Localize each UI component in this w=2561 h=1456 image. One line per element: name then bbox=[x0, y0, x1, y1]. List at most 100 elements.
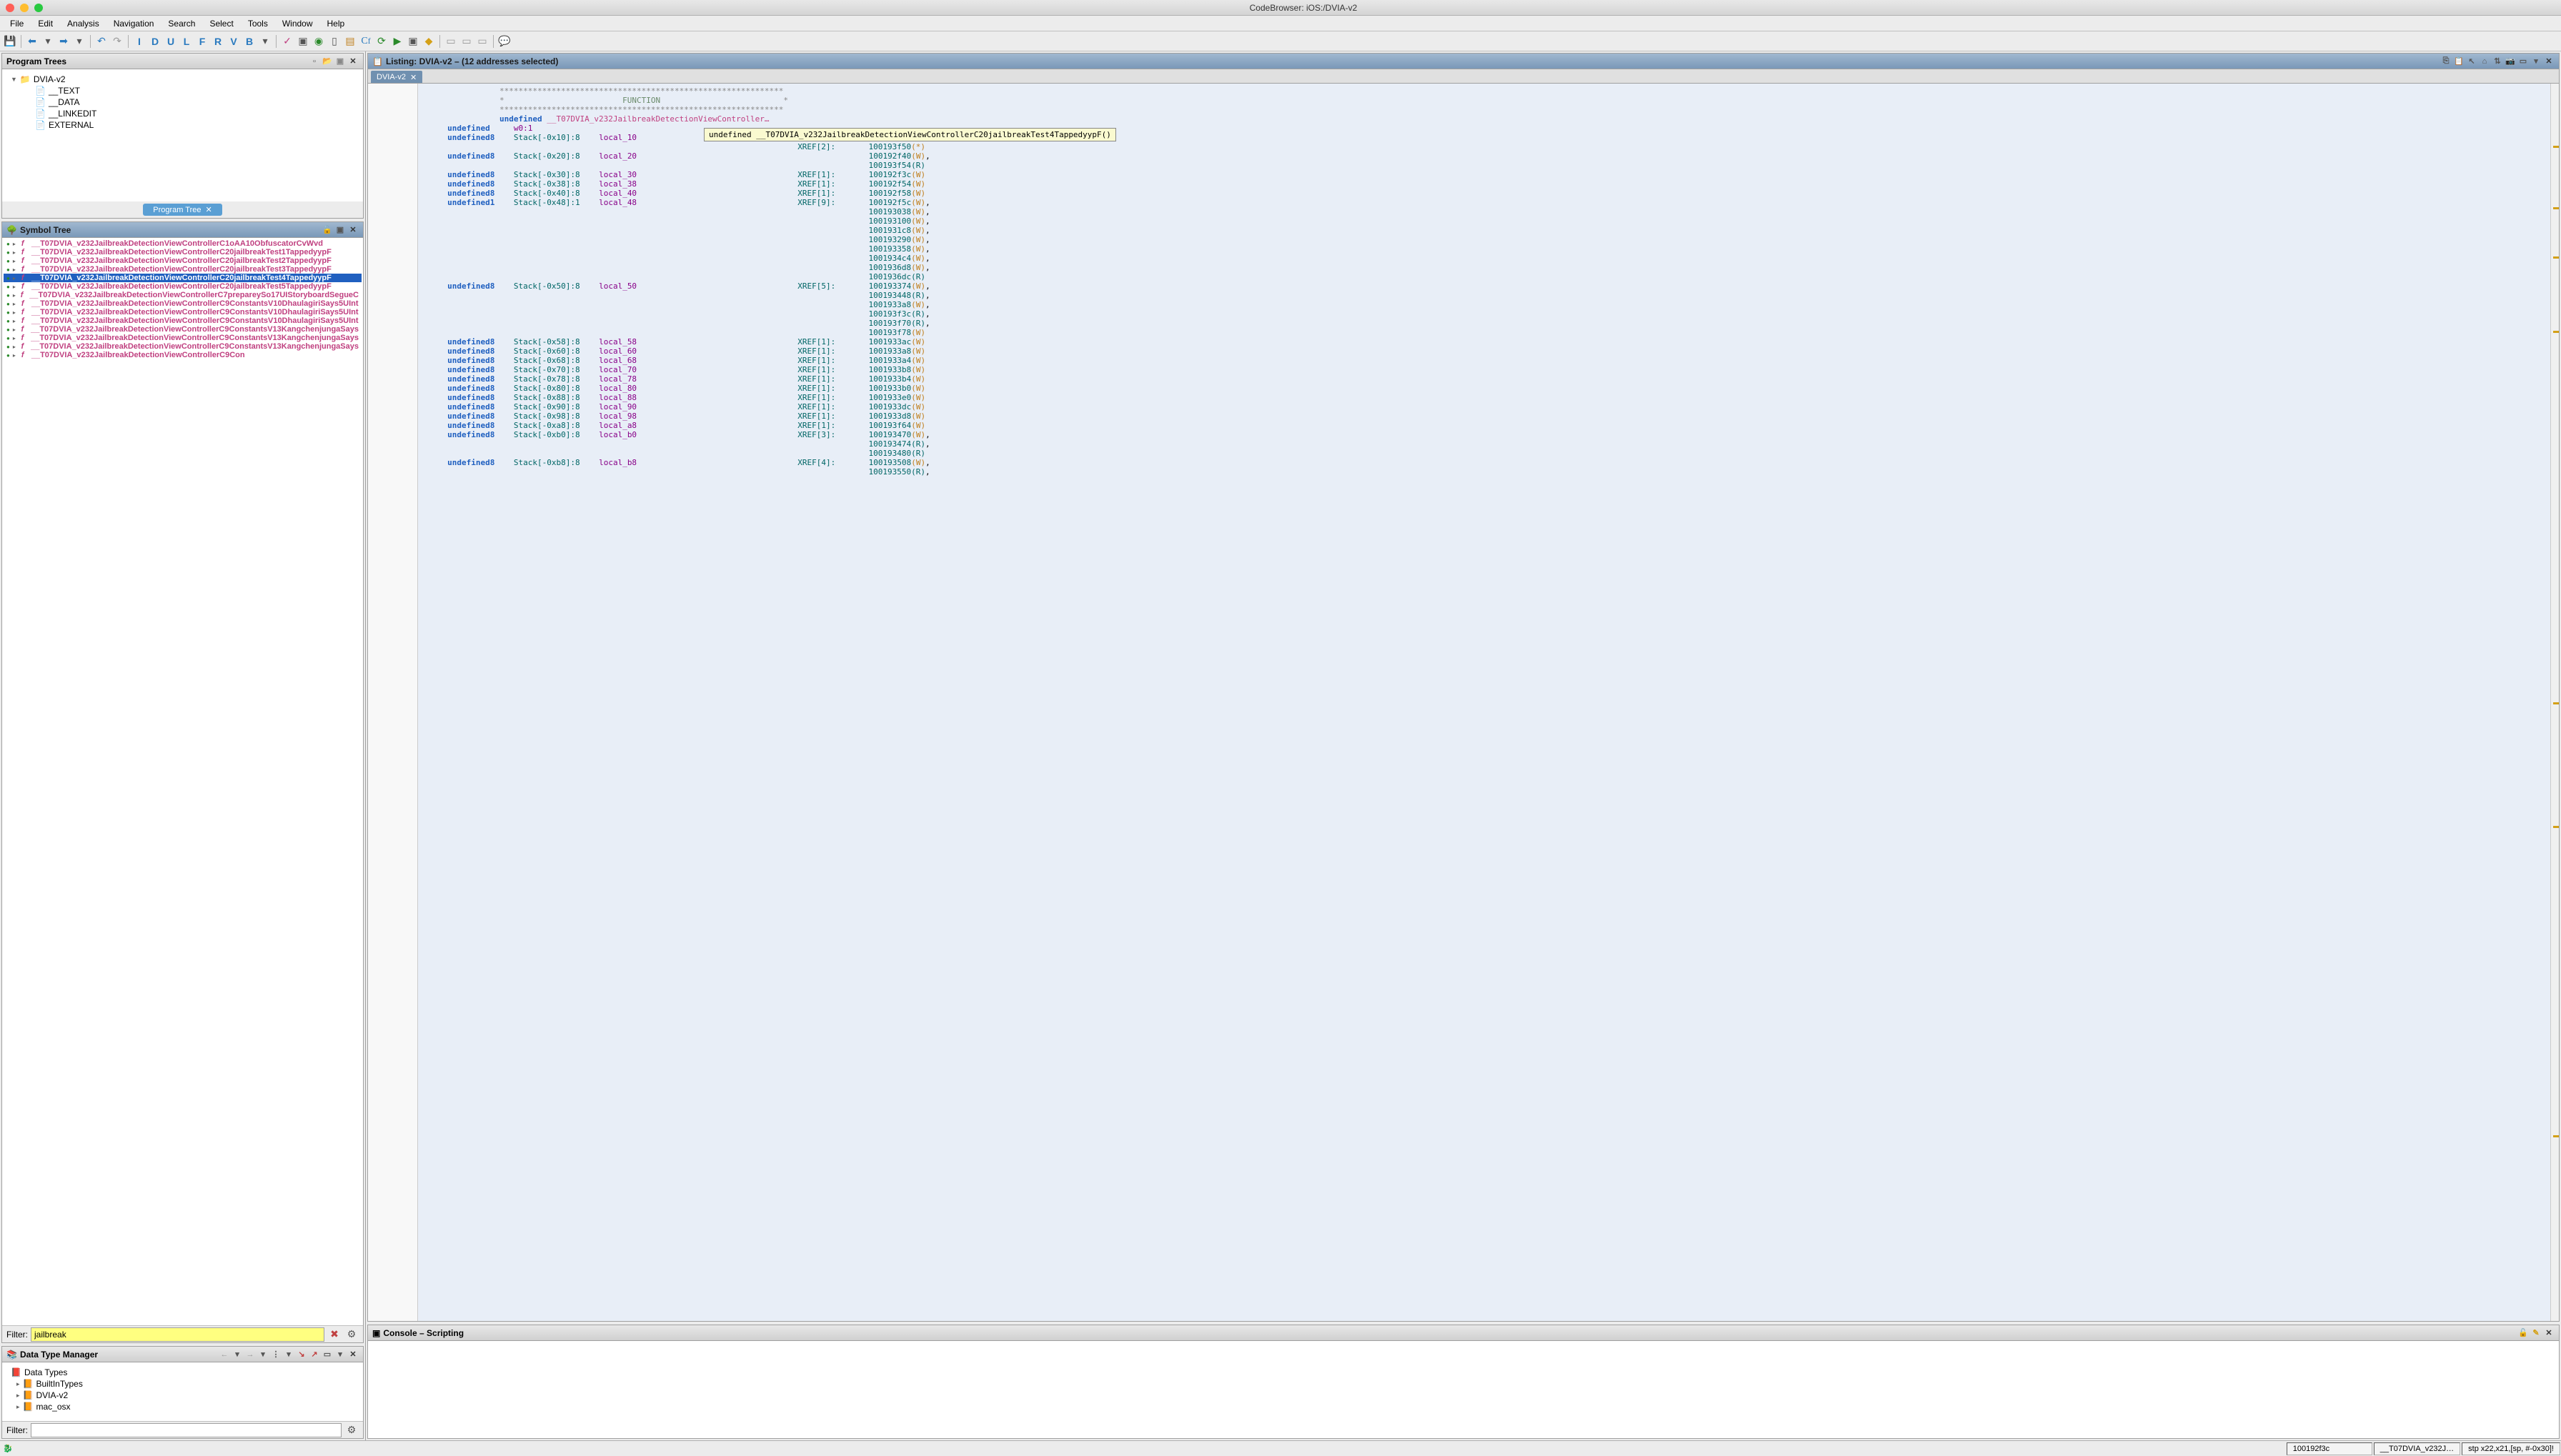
program-trees-body[interactable]: ▼ 📁 DVIA-v2 📄__TEXT📄__DATA📄__LINKEDIT📄EX… bbox=[2, 69, 363, 201]
photo-icon[interactable]: ▣ bbox=[334, 56, 346, 67]
marker3-icon[interactable]: ▭ bbox=[475, 34, 489, 49]
sync-icon[interactable]: ⇅ bbox=[2492, 56, 2503, 67]
listing-tab[interactable]: DVIA-v2 ✕ bbox=[371, 71, 422, 83]
symbol-row[interactable]: ●▸f__T07DVIA_v232JailbreakDetectionViewC… bbox=[4, 239, 362, 248]
redo-icon[interactable]: ↷ bbox=[110, 34, 124, 49]
close-icon[interactable]: ✕ bbox=[347, 56, 359, 67]
dt-node[interactable]: ▸📙mac_osx bbox=[11, 1401, 354, 1412]
cursor-icon[interactable]: ✓ bbox=[280, 34, 294, 49]
tree-node[interactable]: 📄__TEXT bbox=[11, 85, 354, 96]
close-icon[interactable]: ✕ bbox=[347, 1349, 359, 1360]
symbol-row[interactable]: ●▸f__T07DVIA_v232JailbreakDetectionViewC… bbox=[4, 316, 362, 325]
tree-node[interactable]: 📄__DATA bbox=[11, 96, 354, 108]
symbol-row[interactable]: ●▸f__T07DVIA_v232JailbreakDetectionViewC… bbox=[4, 299, 362, 308]
tab-close-icon[interactable]: ✕ bbox=[206, 205, 212, 214]
nav-back-icon[interactable]: ← bbox=[219, 1349, 230, 1360]
tool-f-icon[interactable]: F bbox=[195, 34, 209, 49]
menu-icon[interactable]: ▭ bbox=[2517, 56, 2529, 67]
filter-settings-icon[interactable]: ⚙ bbox=[344, 1327, 359, 1342]
symbol-row[interactable]: ●▸f__T07DVIA_v232JailbreakDetectionViewC… bbox=[4, 325, 362, 334]
tool-u-icon[interactable]: U bbox=[164, 34, 178, 49]
tree-node[interactable]: 📄__LINKEDIT bbox=[11, 108, 354, 119]
menu-file[interactable]: File bbox=[3, 17, 31, 30]
overview-ruler[interactable] bbox=[2550, 84, 2559, 1321]
close-icon[interactable]: ✕ bbox=[347, 224, 359, 236]
tab-close-icon[interactable]: ✕ bbox=[410, 73, 417, 82]
script-icon[interactable]: ▣ bbox=[406, 34, 420, 49]
close-icon[interactable]: ✕ bbox=[2543, 56, 2555, 67]
menu-edit[interactable]: Edit bbox=[31, 17, 60, 30]
dt-node[interactable]: ▸📙BuiltInTypes bbox=[11, 1378, 354, 1390]
debug-icon[interactable]: ⟳ bbox=[374, 34, 389, 49]
console-body[interactable] bbox=[368, 1341, 2559, 1438]
filter-settings-icon[interactable]: ⚙ bbox=[344, 1423, 359, 1437]
tool-r-icon[interactable]: R bbox=[211, 34, 225, 49]
graph-icon[interactable]: ▶ bbox=[390, 34, 404, 49]
symbol-row[interactable]: ●▸f__T07DVIA_v232JailbreakDetectionViewC… bbox=[4, 274, 362, 282]
cursor-icon[interactable]: ↖ bbox=[2466, 56, 2477, 67]
close-icon[interactable]: ✕ bbox=[2543, 1327, 2555, 1339]
snapshot-icon[interactable]: 📷 bbox=[2505, 56, 2516, 67]
tool-b-icon[interactable]: B bbox=[242, 34, 257, 49]
symbol-row[interactable]: ●▸f__T07DVIA_v232JailbreakDetectionViewC… bbox=[4, 342, 362, 351]
dt-filter-input[interactable] bbox=[31, 1423, 342, 1437]
symbol-filter-input[interactable] bbox=[31, 1327, 324, 1342]
diamond-icon[interactable]: ◆ bbox=[422, 34, 436, 49]
menu-window[interactable]: Window bbox=[275, 17, 320, 30]
add-icon[interactable]: ▫ bbox=[309, 56, 320, 67]
symbol-row[interactable]: ●▸f__T07DVIA_v232JailbreakDetectionViewC… bbox=[4, 265, 362, 274]
minimize-icon[interactable]: ▭ bbox=[322, 1349, 333, 1360]
menu-help[interactable]: Help bbox=[320, 17, 352, 30]
register-icon[interactable]: ▣ bbox=[296, 34, 310, 49]
menu-tools[interactable]: Tools bbox=[241, 17, 275, 30]
close-window-icon[interactable] bbox=[6, 4, 14, 12]
lock-icon[interactable]: 🔓 bbox=[322, 224, 333, 236]
symbol-row[interactable]: ●▸f__T07DVIA_v232JailbreakDetectionViewC… bbox=[4, 248, 362, 256]
edit-icon[interactable]: ✎ bbox=[2530, 1327, 2542, 1339]
tool-v-icon[interactable]: V bbox=[227, 34, 241, 49]
chat-icon[interactable]: 💬 bbox=[497, 34, 512, 49]
zoom-window-icon[interactable] bbox=[34, 4, 43, 12]
data-type-body[interactable]: 📕 Data Types ▸📙BuiltInTypes▸📙DVIA-v2▸📙ma… bbox=[2, 1362, 363, 1421]
tree-root[interactable]: ▼ 📁 DVIA-v2 bbox=[11, 74, 354, 85]
nav-fwd-icon[interactable]: → bbox=[244, 1349, 256, 1360]
tool-l-icon[interactable]: L bbox=[179, 34, 194, 49]
copy-icon[interactable]: ⎘ bbox=[2440, 56, 2452, 67]
symbol-row[interactable]: ●▸f__T07DVIA_v232JailbreakDetectionViewC… bbox=[4, 282, 362, 291]
nav-fwd-icon[interactable]: ➡ bbox=[56, 34, 71, 49]
nav-fwd-dropdown-icon[interactable]: ▾ bbox=[72, 34, 86, 49]
menu-select[interactable]: Select bbox=[202, 17, 240, 30]
cf-icon[interactable]: Cf bbox=[359, 34, 373, 49]
folder-icon[interactable]: 📂 bbox=[322, 56, 333, 67]
status-dragon-icon[interactable]: 🐉 bbox=[0, 1444, 16, 1453]
dots-icon[interactable]: ⋮ bbox=[270, 1349, 282, 1360]
symbol-row[interactable]: ●▸f__T07DVIA_v232JailbreakDetectionViewC… bbox=[4, 351, 362, 359]
nav-dropdown-icon[interactable]: ▾ bbox=[41, 34, 55, 49]
tool-d-icon[interactable]: D bbox=[148, 34, 162, 49]
symbol-row[interactable]: ●▸f__T07DVIA_v232JailbreakDetectionViewC… bbox=[4, 308, 362, 316]
symbol-row[interactable]: ●▸f__T07DVIA_v232JailbreakDetectionViewC… bbox=[4, 334, 362, 342]
bookmark-icon[interactable]: ◉ bbox=[312, 34, 326, 49]
program-tree-tab[interactable]: Program Tree ✕ bbox=[143, 204, 222, 216]
undo-icon[interactable]: ↶ bbox=[94, 34, 109, 49]
dropdown-icon[interactable]: ▾ bbox=[232, 1349, 243, 1360]
nav-back-icon[interactable]: ⬅ bbox=[25, 34, 39, 49]
tool-icon[interactable]: I bbox=[132, 34, 146, 49]
bytes-icon[interactable]: ▤ bbox=[343, 34, 357, 49]
lock-icon[interactable]: 🔓 bbox=[2517, 1327, 2529, 1339]
arrow2-icon[interactable]: ↗ bbox=[309, 1349, 320, 1360]
save-icon[interactable]: 💾 bbox=[3, 34, 17, 49]
dropdown-icon[interactable]: ▾ bbox=[2530, 56, 2542, 67]
marker-icon[interactable]: ▭ bbox=[444, 34, 458, 49]
marker2-icon[interactable]: ▭ bbox=[459, 34, 474, 49]
camera-icon[interactable]: ▣ bbox=[334, 224, 346, 236]
paste-icon[interactable]: 📋 bbox=[2453, 56, 2465, 67]
tree-node[interactable]: 📄EXTERNAL bbox=[11, 119, 354, 131]
menu-navigation[interactable]: Navigation bbox=[106, 17, 161, 30]
dropdown-icon[interactable]: ▾ bbox=[334, 1349, 346, 1360]
window-icon[interactable]: ▯ bbox=[327, 34, 342, 49]
dropdown-icon[interactable]: ▾ bbox=[258, 34, 272, 49]
arrow-icon[interactable]: ↘ bbox=[296, 1349, 307, 1360]
clear-filter-icon[interactable]: ✖ bbox=[327, 1327, 342, 1342]
home-icon[interactable]: ⌂ bbox=[2479, 56, 2490, 67]
